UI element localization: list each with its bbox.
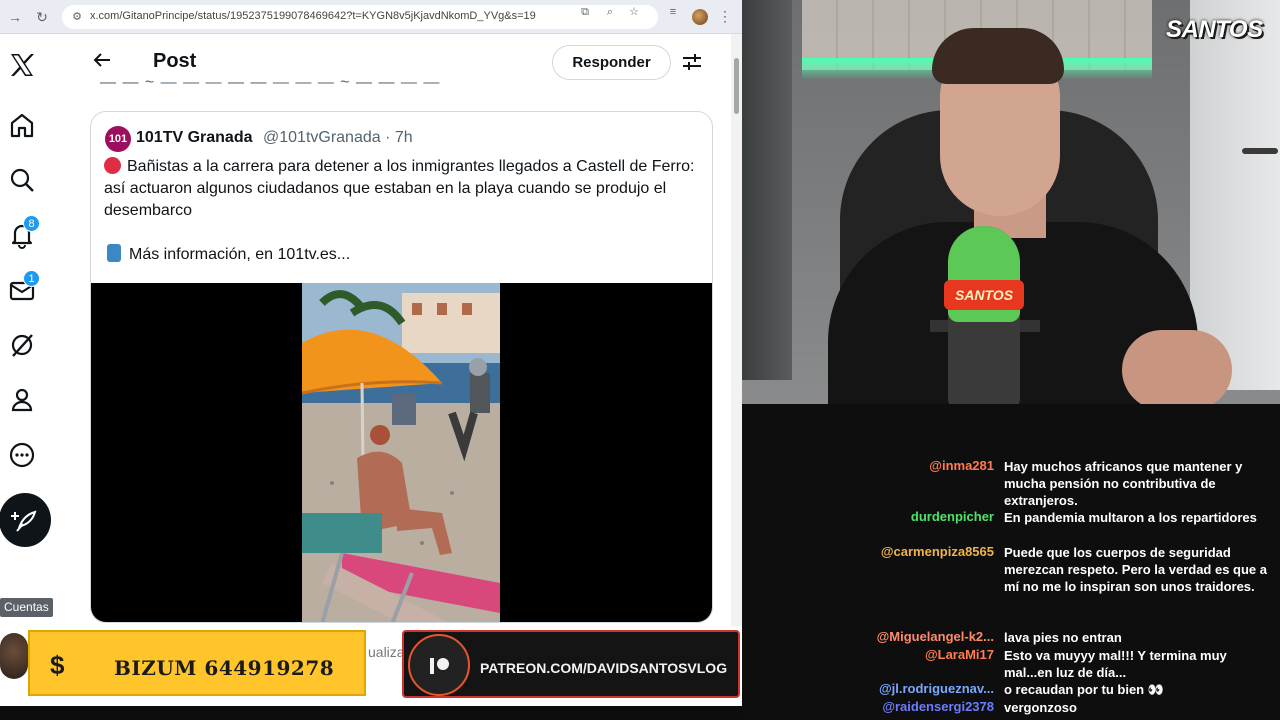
bizum-banner: $ BIZUM 644919278: [28, 630, 366, 696]
door-handle: [1242, 148, 1278, 154]
red-circle-icon: [104, 157, 121, 174]
chat-username: @carmenpiza8565: [880, 544, 994, 559]
sliders-icon[interactable]: [681, 51, 703, 73]
more-info-text: Más información, en 101tv.es...: [129, 246, 351, 263]
chat-username: @jl.rodrigueznav...: [878, 681, 994, 696]
browser-toolbar: → ↻ ⚙ x.com/GitanoPrincipe/status/195237…: [0, 0, 742, 34]
chat-panel: @inma281 Hay muchos africanos que manten…: [742, 404, 1280, 720]
bottom-edge: [0, 706, 742, 720]
webcam-feed: SANTOS SANTOS: [742, 0, 1280, 404]
browser-menu-icon[interactable]: ⋮: [718, 8, 732, 25]
url-text: x.com/GitanoPrincipe/status/195237519907…: [90, 10, 536, 22]
address-bar[interactable]: ⚙ x.com/GitanoPrincipe/status/1952375199…: [62, 5, 658, 29]
chat-username: durdenpicher: [910, 509, 994, 524]
chat-text: vergonzoso: [1004, 700, 1077, 715]
bizum-text: BIZUM 644919278: [114, 656, 335, 680]
patreon-text: PATREON.COM/DAVIDSANTOSVLOG: [480, 660, 728, 676]
chat-username: @LaraMi17: [924, 647, 994, 662]
streamer-arm: [1122, 330, 1232, 404]
chat-text: lava pies no entran: [1004, 630, 1122, 645]
page-scrollbar[interactable]: [731, 34, 742, 710]
home-icon[interactable]: [7, 110, 37, 140]
screen: → ↻ ⚙ x.com/GitanoPrincipe/status/195237…: [0, 0, 1280, 720]
channel-logo: SANTOS: [1166, 16, 1263, 43]
reply-button[interactable]: Responder: [552, 45, 671, 80]
account-avatar[interactable]: [0, 633, 28, 679]
forward-icon[interactable]: →: [6, 8, 24, 26]
notifications-badge: 8: [23, 215, 40, 232]
chat-text: Esto va muyyy mal!!! Y termina muy mal..…: [1004, 648, 1227, 680]
x-logo-icon[interactable]: [7, 50, 37, 80]
mobile-phone-icon: [107, 244, 121, 262]
bookmark-star-icon[interactable]: ☆: [627, 5, 641, 19]
chat-text: o recaudan por tu bien 👀: [1004, 682, 1164, 697]
back-arrow-icon[interactable]: [90, 48, 114, 72]
quote-author-handle: @101tvGranada · 7h: [263, 129, 413, 146]
page-title: Post: [153, 50, 197, 72]
chat-username: @inma281: [929, 458, 994, 473]
shelf: [742, 0, 792, 380]
quote-more-info: Más información, en 101tv.es...: [104, 244, 350, 264]
video-frame: [302, 283, 500, 622]
chat-username: @raidensergi2378: [882, 699, 994, 714]
dollar-icon: $: [50, 650, 65, 680]
beach-scene-image: [302, 283, 500, 622]
browser-window: → ↻ ⚙ x.com/GitanoPrincipe/status/195237…: [0, 0, 742, 720]
install-app-icon[interactable]: ⧉: [578, 5, 592, 19]
profile-avatar[interactable]: [692, 9, 708, 25]
compose-post-button[interactable]: [0, 493, 51, 547]
video-player[interactable]: [91, 283, 712, 622]
quote-body: Bañistas a la carrera para detener a los…: [104, 158, 695, 219]
chat-text: Hay muchos africanos que mantener y much…: [1004, 459, 1243, 508]
more-options-icon[interactable]: [7, 440, 37, 470]
quote-author-name[interactable]: 101TV Granada: [136, 129, 253, 147]
zoom-icon[interactable]: ⌕: [603, 5, 617, 19]
search-icon[interactable]: [7, 165, 37, 195]
grok-icon[interactable]: [7, 330, 37, 360]
chat-text: En pandemia multaron a los repartidores: [1004, 510, 1257, 525]
patreon-banner: PATREON.COM/DAVIDSANTOSVLOG: [402, 630, 740, 698]
site-info-icon[interactable]: ⚙: [70, 10, 84, 24]
messages-badge: 1: [23, 270, 40, 287]
reload-icon[interactable]: ↻: [33, 8, 51, 26]
hidden-text-fragment: ualiza: [368, 644, 405, 660]
feather-plus-icon: [11, 510, 37, 532]
quoted-post-card[interactable]: 101 101TV Granada @101tvGranada · 7h Bañ…: [90, 111, 713, 623]
main-post-text-clipped: — — ~ — — — — — — — — ~ — — — —: [100, 80, 441, 91]
microphone-label: SANTOS: [944, 280, 1024, 310]
tab-search-icon[interactable]: ≡: [666, 5, 680, 19]
chat-text: Puede que los cuerpos de seguridad merez…: [1004, 545, 1268, 594]
scrollbar-thumb[interactable]: [734, 58, 739, 114]
quote-text: Bañistas a la carrera para detener a los…: [104, 156, 700, 222]
accounts-tooltip: Cuentas: [0, 598, 53, 617]
quote-avatar[interactable]: 101: [105, 126, 131, 152]
chat-username: @Miguelangel-k2...: [876, 629, 994, 644]
profile-icon[interactable]: [7, 385, 37, 415]
patreon-logo-icon: [430, 658, 449, 674]
x-sidebar: 8 1: [0, 34, 70, 720]
streamer-hair: [932, 28, 1064, 84]
